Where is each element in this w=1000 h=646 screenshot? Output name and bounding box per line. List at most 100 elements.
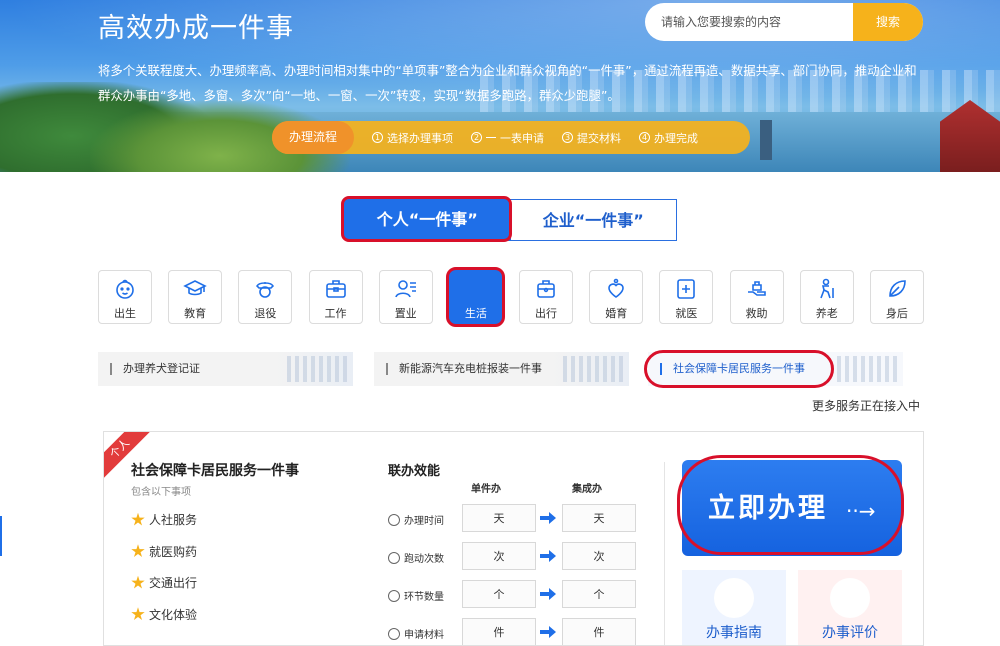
category-aid[interactable]: 救助 [729,270,784,324]
included-item: 人社服务 [131,504,197,536]
card-subtitle: 包含以下事项 [131,487,191,498]
helping-hand-icon [747,281,766,296]
document-icon [388,628,400,640]
category-afterlife[interactable]: 身后 [869,270,924,324]
category-work[interactable]: 工作 [308,270,363,324]
search-box: 搜索 [645,3,923,41]
rate-button[interactable]: 办事评价 [798,570,902,645]
category-marriage[interactable]: 婚育 [589,270,644,324]
single-value: 次 [462,542,536,570]
step-number: 2 [471,132,482,143]
integrated-value: 个 [562,580,636,608]
soldier-cap-icon [256,282,275,298]
leaf-icon [889,280,906,297]
divider [664,462,665,645]
service-decoration [287,356,347,382]
efficiency-row: 环节数量 个 个 [388,580,658,612]
search-input[interactable] [645,3,855,41]
efficiency-row: 申请材料 件 件 [388,618,658,645]
service-label: 新能源汽车充电桩报装一件事 [399,362,542,375]
service-dog-registration[interactable]: 办理养犬登记证 [98,352,353,386]
medical-cross-icon [677,279,696,299]
arrow-right-icon [540,626,556,638]
row-label: 办理时间 [404,516,444,527]
single-value: 件 [462,618,536,645]
guide-button[interactable]: 办事指南 [682,570,786,645]
left-edge-mark [0,516,2,556]
category-label: 退役 [254,307,277,320]
more-services-note: 更多服务正在接入中 [812,399,921,413]
suitcase-icon [537,280,555,298]
star-icon [131,607,145,620]
integrated-value: 次 [562,542,636,570]
guide-label: 办事指南 [706,625,762,641]
tab-enterprise[interactable]: 企业“一件事” [510,199,677,241]
row-label: 环节数量 [404,592,444,603]
arrow-right-icon [540,512,556,524]
included-item: 就医购药 [131,536,197,568]
item-label: 就医购药 [149,544,198,559]
highlight-ring-service [644,350,834,388]
efficiency-title: 联办效能 [388,464,441,479]
step-number: 1 [372,132,383,143]
process-step-1: 1 选择办理事项 [372,130,453,146]
star-icon [131,512,145,526]
rating-icon [830,578,870,618]
category-label: 身后 [885,307,908,320]
process-step-3: 3 提交材料 [562,130,621,146]
person-list-icon [394,280,416,298]
card-title: 社会保障卡居民服务一件事 [131,463,299,479]
step-label: 一表申请 [500,131,544,145]
banner-description: 将多个关联程度大、办理频率高、办理时间相对集中的“单项事”整合为企业和群众视角的… [98,63,917,103]
category-label: 工作 [324,307,347,320]
step-label: 提交材料 [577,131,621,145]
category-medical[interactable]: 就医 [659,270,714,324]
efficiency-row: 办理时间 天 天 [388,504,658,536]
included-items: 人社服务 就医购药 交通出行 文化体验 [131,504,197,630]
category-education[interactable]: 教育 [168,270,223,324]
category-travel[interactable]: 出行 [519,270,574,324]
page-title: 高效办成一件事 [98,13,294,44]
elder-icon [819,278,834,299]
integrated-value: 天 [562,504,636,532]
category-label: 教育 [184,307,207,320]
item-label: 文化体验 [149,607,198,622]
included-item: 文化体验 [131,599,197,631]
category-label: 婚育 [605,307,628,320]
service-ev-charger[interactable]: 新能源汽车充电桩报装一件事 [374,352,629,386]
search-button[interactable]: 搜索 [853,3,923,41]
highlight-ring-category [446,267,505,327]
category-birth[interactable]: 出生 [98,270,152,324]
included-item: 交通出行 [131,567,197,599]
category-property[interactable]: 置业 [378,270,433,324]
col-integrated-header: 集成办 [572,484,602,495]
star-icon [131,544,145,557]
item-label: 人社服务 [149,513,198,528]
category-veteran[interactable]: 退役 [238,270,293,324]
process-step-2: 2 一表申请 [471,130,544,146]
document-icon [714,578,754,618]
single-value: 天 [462,504,536,532]
clock-icon [388,514,400,526]
category-label: 出行 [535,307,558,320]
banner-tower [760,120,772,160]
step-label: 办理完成 [654,131,698,145]
category-label: 救助 [745,307,768,320]
process-bar: 办理流程 1 选择办理事项 2 一表申请 3 提交材料 4 办理完成 [272,121,750,154]
star-icon [131,575,145,589]
category-elderly[interactable]: 养老 [799,270,854,324]
category-label: 置业 [394,307,417,320]
rate-label: 办事评价 [822,625,878,641]
integrated-value: 件 [562,618,636,645]
efficiency-row: 跑动次数 次 次 [388,542,658,574]
arrow-right-icon [540,588,556,600]
run-icon [388,552,400,564]
highlight-ring-tab [341,196,512,242]
category-label: 就医 [675,307,698,320]
life-event-categories: 出生 教育 退役 工作 置业 生活 出行 婚育 就医 救助 养老 身后 [98,270,924,324]
row-label: 申请材料 [404,630,444,641]
graduation-cap-icon [183,280,207,296]
step-dash [486,137,496,138]
process-step-4: 4 办理完成 [639,130,698,146]
heart-person-icon [608,278,625,298]
